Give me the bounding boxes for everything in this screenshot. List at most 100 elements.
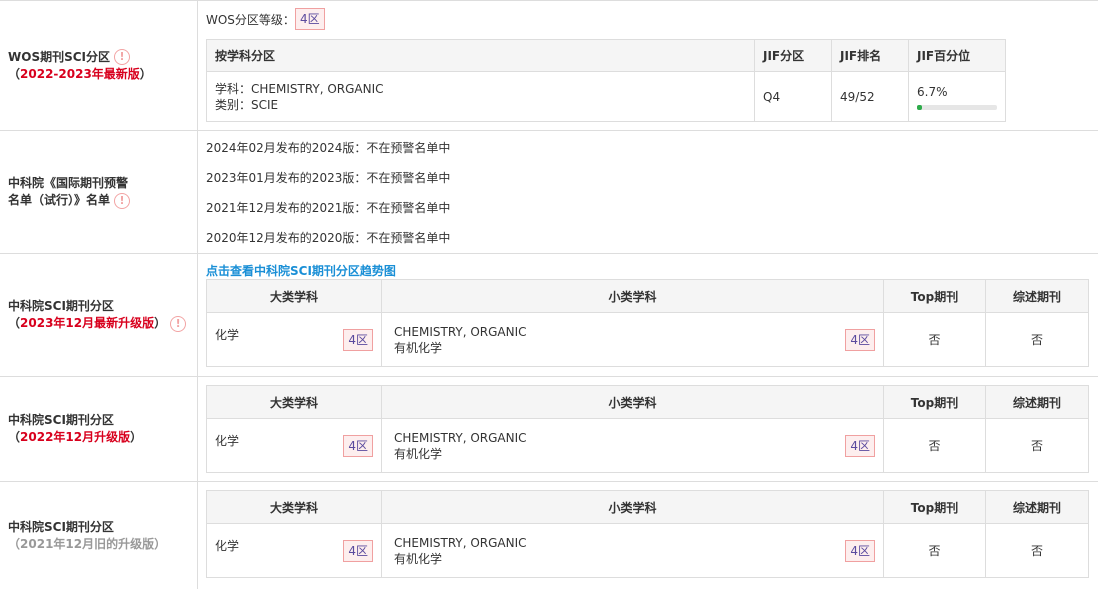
zone-badge: 4区 [845,539,875,562]
cas-header-top: Top期刊 [883,385,986,419]
wos-sub-close: ） [139,66,152,81]
cas-content: 点击查看中科院SCI期刊分区趋势图 大类学科 小类学科 Top期刊 综述期刊 化… [206,263,1089,367]
cas-minor-en: CHEMISTRY, ORGANIC [394,324,527,339]
table-row: 学科：CHEMISTRY, ORGANIC 类别：SCIE Q4 49/52 6… [206,71,1006,122]
cas-header-review: 综述期刊 [985,279,1089,313]
cas-label-cell: 中科院SCI期刊分区 （2023年12月最新升级版）! [0,254,198,376]
info-icon[interactable]: ! [114,49,130,65]
list-item: 2020年12月发布的2020版：不在预警名单中 [206,231,451,245]
wos-sub: 2022-2023年最新版 [20,66,140,81]
cas-label: 中科院SCI期刊分区 [8,413,114,427]
cas-row-2021: 中科院SCI期刊分区 （2021年12月旧的升级版） 大类学科 小类学科 Top… [0,482,1098,589]
list-item: 2024年02月发布的2024版：不在预警名单中 [206,141,451,155]
cas-label-cell: 中科院SCI期刊分区 （2022年12月升级版） [0,377,198,481]
table-row: 化学 4区 CHEMISTRY, ORGANIC 有机化学 4区 否 否 [206,523,1089,578]
wos-header-jif-zone: JIF分区 [754,39,832,72]
cas-minor-cell: CHEMISTRY, ORGANIC 有机化学 4区 [381,523,884,578]
cas-header-minor: 小类学科 [381,279,884,313]
wos-content: WOS分区等级： 4区 按学科分区 JIF分区 JIF排名 JIF百分位 学科：… [206,7,1006,122]
cas-header-minor: 小类学科 [381,385,884,419]
cas-top: 否 [883,523,986,578]
cas-trend-link[interactable]: 点击查看中科院SCI期刊分区趋势图 [206,263,1089,279]
warning-list: 2024年02月发布的2024版：不在预警名单中 2023年01月发布的2023… [206,133,450,253]
cas-major-cell: 化学 4区 [206,418,382,473]
journal-zone-panel: WOS期刊SCI分区! （2022-2023年最新版） WOS分区等级： 4区 … [0,0,1098,589]
wos-category: 类别：SCIE [215,97,279,112]
wos-table: 按学科分区 JIF分区 JIF排名 JIF百分位 学科：CHEMISTRY, O… [206,39,1006,122]
wos-label-cell: WOS期刊SCI分区! （2022-2023年最新版） [0,1,198,130]
list-item: 2023年01月发布的2023版：不在预警名单中 [206,171,451,185]
cas-minor-en: CHEMISTRY, ORGANIC [394,430,527,445]
warning-label-cell: 中科院《国际期刊预警 名单（试行）》名单! [0,131,198,253]
cas-major-cell: 化学 4区 [206,312,382,367]
cas-minor-cn: 有机化学 [394,446,443,461]
cas-label-cell: 中科院SCI期刊分区 （2021年12月旧的升级版） [0,482,198,589]
wos-row: WOS期刊SCI分区! （2022-2023年最新版） WOS分区等级： 4区 … [0,1,1098,131]
cas-review: 否 [985,312,1089,367]
zone-badge: 4区 [845,328,875,351]
wos-jif-rank: 49/52 [831,71,909,122]
info-icon[interactable]: ! [114,192,131,209]
cas-review: 否 [985,523,1089,578]
cas-sub-open: （ [8,430,21,444]
cas-minor-cell: CHEMISTRY, ORGANIC 有机化学 4区 [381,418,884,473]
cas-top: 否 [883,418,986,473]
wos-subject-cell: 学科：CHEMISTRY, ORGANIC 类别：SCIE [206,71,755,122]
table-row: 化学 4区 CHEMISTRY, ORGANIC 有机化学 4区 否 否 [206,312,1089,367]
wos-percentile-cell: 6.7% [908,71,1006,122]
zone-badge: 4区 [845,434,875,457]
wos-grade-label: WOS分区等级： [206,12,295,27]
cas-row-2022: 中科院SCI期刊分区 （2022年12月升级版） 大类学科 小类学科 Top期刊… [0,377,1098,482]
cas-label: 中科院SCI期刊分区 [8,299,114,313]
cas-label: 中科院SCI期刊分区 [8,519,114,534]
cas-review: 否 [985,418,1089,473]
wos-grade-badge: 4区 [294,8,325,30]
cas-sub-close: ） [154,316,167,330]
wos-sub-open: （ [8,66,21,81]
cas-minor-en: CHEMISTRY, ORGANIC [394,535,527,550]
cas-sub: 2022年12月升级版 [20,430,131,444]
cas-minor-cn: 有机化学 [394,551,443,566]
wos-label: WOS期刊SCI分区 [8,49,110,64]
list-item: 2021年12月发布的2021版：不在预警名单中 [206,201,451,215]
cas-header-major: 大类学科 [206,385,382,419]
cas-sub-open: （ [8,536,21,551]
cas-minor-cell: CHEMISTRY, ORGANIC 有机化学 4区 [381,312,884,367]
wos-percentile-text: 6.7% [917,84,948,99]
cas-header-top: Top期刊 [883,279,986,313]
wos-header-jif-percentile: JIF百分位 [908,39,1006,72]
cas-header-major: 大类学科 [206,490,382,524]
cas-header-review: 综述期刊 [985,385,1089,419]
zone-badge: 4区 [343,539,373,562]
cas-table: 大类学科 小类学科 Top期刊 综述期刊 化学 4区 CHEMISTRY, ORG… [206,385,1089,473]
cas-content: 大类学科 小类学科 Top期刊 综述期刊 化学 4区 CHEMISTRY, ORG… [206,385,1089,473]
warning-label-line1: 中科院《国际期刊预警 [8,176,129,190]
zone-badge: 4区 [343,328,373,351]
cas-sub-open: （ [8,316,21,330]
cas-header-top: Top期刊 [883,490,986,524]
cas-table: 大类学科 小类学科 Top期刊 综述期刊 化学 4区 CHEMISTRY, ORG… [206,279,1089,367]
cas-sub: 2021年12月旧的升级版 [20,536,155,551]
wos-header-subject: 按学科分区 [206,39,755,72]
cas-content: 大类学科 小类学科 Top期刊 综述期刊 化学 4区 CHEMISTRY, ORG… [206,490,1089,578]
cas-header-review: 综述期刊 [985,490,1089,524]
cas-minor-cn: 有机化学 [394,340,443,355]
cas-header-major: 大类学科 [206,279,382,313]
table-row: 化学 4区 CHEMISTRY, ORGANIC 有机化学 4区 否 否 [206,418,1089,473]
wos-subject: 学科：CHEMISTRY, ORGANIC [215,81,384,96]
cas-major-cell: 化学 4区 [206,523,382,578]
cas-table: 大类学科 小类学科 Top期刊 综述期刊 化学 4区 CHEMISTRY, ORG… [206,490,1089,578]
wos-header-jif-rank: JIF排名 [831,39,909,72]
cas-header-minor: 小类学科 [381,490,884,524]
percentile-progress-bar [917,104,997,110]
wos-jif-zone: Q4 [754,71,832,122]
cas-top: 否 [883,312,986,367]
percentile-progress-fill [917,104,923,110]
warning-label-line2: 名单（试行）》名单 [8,193,111,207]
info-icon[interactable]: ! [170,315,187,332]
cas-sub-close: ） [130,430,143,444]
cas-sub-close: ） [154,536,167,551]
cas-sub: 2023年12月最新升级版 [20,316,155,330]
cas-row-2023: 中科院SCI期刊分区 （2023年12月最新升级版）! 点击查看中科院SCI期刊… [0,254,1098,377]
warning-row: 中科院《国际期刊预警 名单（试行）》名单! 2024年02月发布的2024版：不… [0,131,1098,254]
